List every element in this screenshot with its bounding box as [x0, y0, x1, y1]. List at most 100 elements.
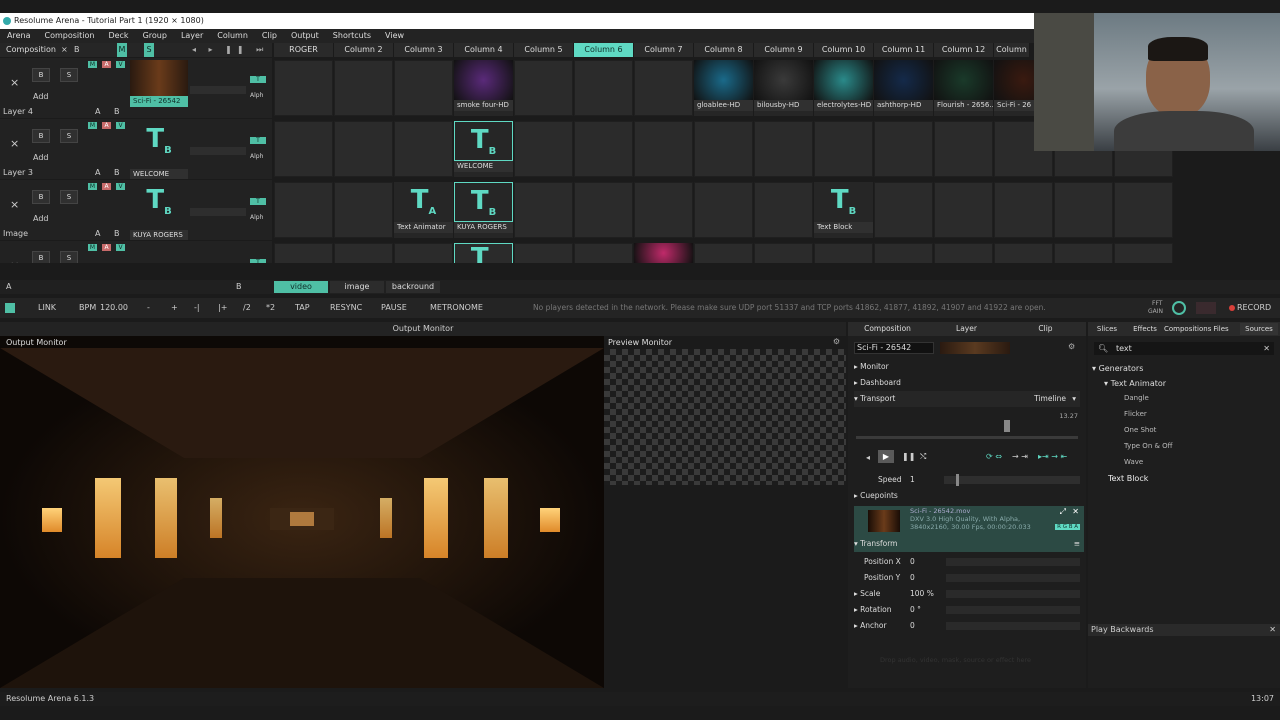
tree-item-flicker[interactable]: Flicker	[1124, 410, 1147, 418]
play-button[interactable]: ▶	[878, 450, 894, 463]
deck-tab-image[interactable]: image	[330, 281, 384, 293]
clip-slot[interactable]	[874, 243, 933, 263]
clip-settings-gear-icon[interactable]: ⚙	[1068, 342, 1075, 351]
layer-bypass-button[interactable]: B	[32, 129, 50, 143]
layer-b-button[interactable]: B	[114, 168, 120, 177]
tree-item-wave[interactable]: Wave	[1124, 458, 1143, 466]
layer-b-button[interactable]: B	[114, 107, 120, 116]
prop-value[interactable]: 0	[910, 554, 915, 570]
layer-a-blend-button[interactable]: A	[102, 244, 111, 251]
prev-frame-icon[interactable]: ◂	[866, 453, 870, 462]
clip-thumbnail[interactable]	[634, 243, 693, 263]
layer-name[interactable]: Layer 4	[3, 107, 33, 116]
sources-tab-compositions[interactable]: Compositions	[1164, 323, 1211, 335]
clear-search-icon[interactable]: ✕	[1263, 342, 1270, 355]
clip-slot[interactable]	[514, 121, 573, 177]
composition-label[interactable]: Composition	[6, 43, 56, 57]
nudge-minus-button[interactable]: -|	[194, 298, 200, 318]
sources-tab-sources[interactable]: Sources	[1240, 323, 1278, 335]
clip-cell[interactable]: TB KUYA ROGERS	[454, 182, 513, 238]
menu-item-layer[interactable]: Layer	[174, 29, 210, 43]
gear-icon[interactable]: ⚙	[833, 337, 840, 346]
layer-alpha-label[interactable]: Alph	[250, 214, 263, 221]
clip-slot[interactable]	[634, 182, 693, 238]
layer-solo-button[interactable]: S	[60, 68, 78, 82]
column-header-11[interactable]: Column 11	[874, 43, 934, 57]
column-header-10[interactable]: Column 10	[814, 43, 874, 57]
bpm-value[interactable]: 120.00	[100, 298, 128, 318]
tree-item-type-on-off[interactable]: Type On & Off	[1124, 442, 1173, 450]
layer-clear-button[interactable]: ×	[10, 198, 19, 211]
clip-slot[interactable]	[274, 243, 333, 263]
clip-slot[interactable]	[694, 121, 753, 177]
layer-opacity-slider[interactable]	[190, 86, 246, 94]
chevron-down-icon[interactable]: ▾	[1072, 391, 1076, 407]
prop-slider[interactable]	[946, 606, 1080, 614]
clip-slot[interactable]	[994, 182, 1053, 238]
layer-solo-button[interactable]: S	[60, 190, 78, 204]
layer-m-button[interactable]: M	[88, 61, 97, 68]
clip-cell[interactable]: TB WELCOME	[454, 121, 513, 177]
clip-cell[interactable]: smoke four-HD	[454, 60, 513, 116]
clip-name-field[interactable]: Sci-Fi - 26542	[854, 342, 934, 354]
tree-item-one-shot[interactable]: One Shot	[1124, 426, 1156, 434]
sources-tab-files[interactable]: Files	[1202, 323, 1240, 335]
speed-slider[interactable]	[944, 476, 1080, 484]
clip-slot[interactable]	[754, 121, 813, 177]
loop-icon[interactable]: ⟳ ⇔	[986, 452, 1002, 461]
pause-button[interactable]: PAUSE	[381, 298, 407, 318]
menu-item-deck[interactable]: Deck	[101, 29, 135, 43]
panel-tab-clip[interactable]: Clip	[1006, 323, 1085, 335]
composition-transport-icons[interactable]: ◂ ▸ ❚❚ ⏭	[192, 43, 268, 57]
layer-bypass-button[interactable]: B	[32, 251, 50, 263]
column-header-5[interactable]: Column 5	[514, 43, 574, 57]
column-header-8[interactable]: Column 8	[694, 43, 754, 57]
column-header-12[interactable]: Column 12	[934, 43, 994, 57]
record-button[interactable]: RECORD	[1237, 298, 1271, 318]
composition-master-button[interactable]: M	[117, 43, 127, 57]
half-bpm-button[interactable]: /2	[243, 298, 251, 318]
composition-bypass-button[interactable]: B	[74, 43, 80, 57]
layer-a-blend-button[interactable]: A	[102, 122, 111, 129]
tree-group[interactable]: ▾ Text Animator	[1104, 379, 1166, 388]
timeline-dropdown[interactable]: Timeline	[1034, 391, 1066, 407]
layer-solo-button[interactable]: S	[60, 129, 78, 143]
menu-item-arena[interactable]: Arena	[0, 29, 37, 43]
cuepoints-section[interactable]: ▸ Cuepoints	[854, 488, 1080, 504]
layer-bypass-button[interactable]: B	[32, 190, 50, 204]
clip-cell[interactable]: ashthorp-HD	[874, 60, 933, 116]
clip-slot[interactable]	[934, 243, 993, 263]
menu-icon[interactable]: ≡	[1074, 536, 1080, 552]
prop-slider[interactable]	[946, 558, 1080, 566]
link-icon[interactable]	[5, 303, 15, 313]
layer-v-button[interactable]: V	[116, 183, 125, 190]
clip-cell[interactable]: TB Text Block	[814, 182, 873, 238]
nudge-plus-button[interactable]: |+	[218, 298, 227, 318]
resync-button[interactable]: RESYNC	[330, 298, 362, 318]
deck-tab-backround[interactable]: backround	[386, 281, 440, 293]
tree-root[interactable]: ▾ Generators	[1092, 364, 1143, 373]
transform-section[interactable]: ▾ Transform ≡	[854, 536, 1084, 552]
layer-a-blend-button[interactable]: A	[102, 183, 111, 190]
clip-slot[interactable]	[514, 182, 573, 238]
selected-source-item[interactable]: Text Block	[1108, 474, 1148, 483]
column-header-9[interactable]: Column 9	[754, 43, 814, 57]
playhead-handle[interactable]	[1004, 420, 1010, 432]
layer-v-button[interactable]: V	[116, 244, 125, 251]
panel-tab-layer[interactable]: Layer	[927, 323, 1006, 335]
menu-item-column[interactable]: Column	[210, 29, 255, 43]
tap-button[interactable]: TAP	[295, 298, 310, 318]
prop-slider[interactable]	[946, 622, 1080, 630]
clip-slot[interactable]	[1054, 243, 1113, 263]
menu-item-view[interactable]: View	[378, 29, 411, 43]
prop-value[interactable]: 0	[910, 570, 915, 586]
bpm-plus-button[interactable]: +	[171, 298, 178, 318]
layer-t-button[interactable]: T	[250, 198, 266, 205]
layer-solo-button[interactable]: S	[60, 251, 78, 263]
layer-v-button[interactable]: V	[116, 61, 125, 68]
clip-slot[interactable]	[874, 121, 933, 177]
speed-value[interactable]: 1	[910, 472, 915, 488]
double-bpm-button[interactable]: *2	[266, 298, 275, 318]
layer-clear-button[interactable]: ×	[10, 137, 19, 150]
layer-b-button[interactable]: B	[114, 229, 120, 238]
